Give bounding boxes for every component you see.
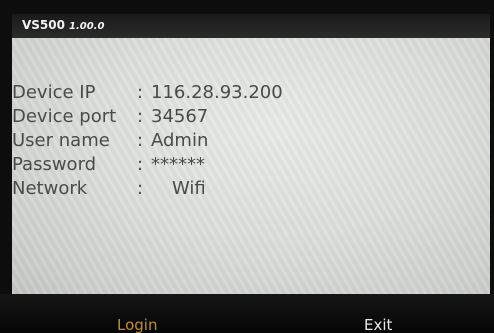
exit-button[interactable]: Exit [364,316,392,333]
password-colon: : [137,154,144,175]
network-colon: : [137,178,144,199]
bottom-action-bar: Login Exit [0,294,494,333]
device-port-colon: : [137,106,144,127]
password-value: ****** [151,154,205,175]
device-ip-colon: : [137,82,144,103]
network-label: Network [12,178,88,199]
user-name-value: Admin [151,130,209,151]
device-ip-label: Device IP [12,82,96,103]
login-button[interactable]: Login [117,316,157,333]
app-name: VS500 [22,18,65,32]
user-name-colon: : [137,130,144,151]
device-frame: VS500 1.00.0 Device IP : 116.28.93.200 De… [0,0,494,333]
app-version: 1.00.0 [68,21,105,32]
device-port-label: Device port [12,106,117,127]
network-value: Wifi [172,178,206,199]
user-name-label: User name [12,130,110,151]
device-ip-value: 116.28.93.200 [151,82,283,103]
title-bar: VS500 1.00.0 [12,14,490,38]
device-port-value: 34567 [151,106,209,127]
app-title: VS500 1.00.0 [22,18,104,32]
password-label: Password [12,154,97,175]
